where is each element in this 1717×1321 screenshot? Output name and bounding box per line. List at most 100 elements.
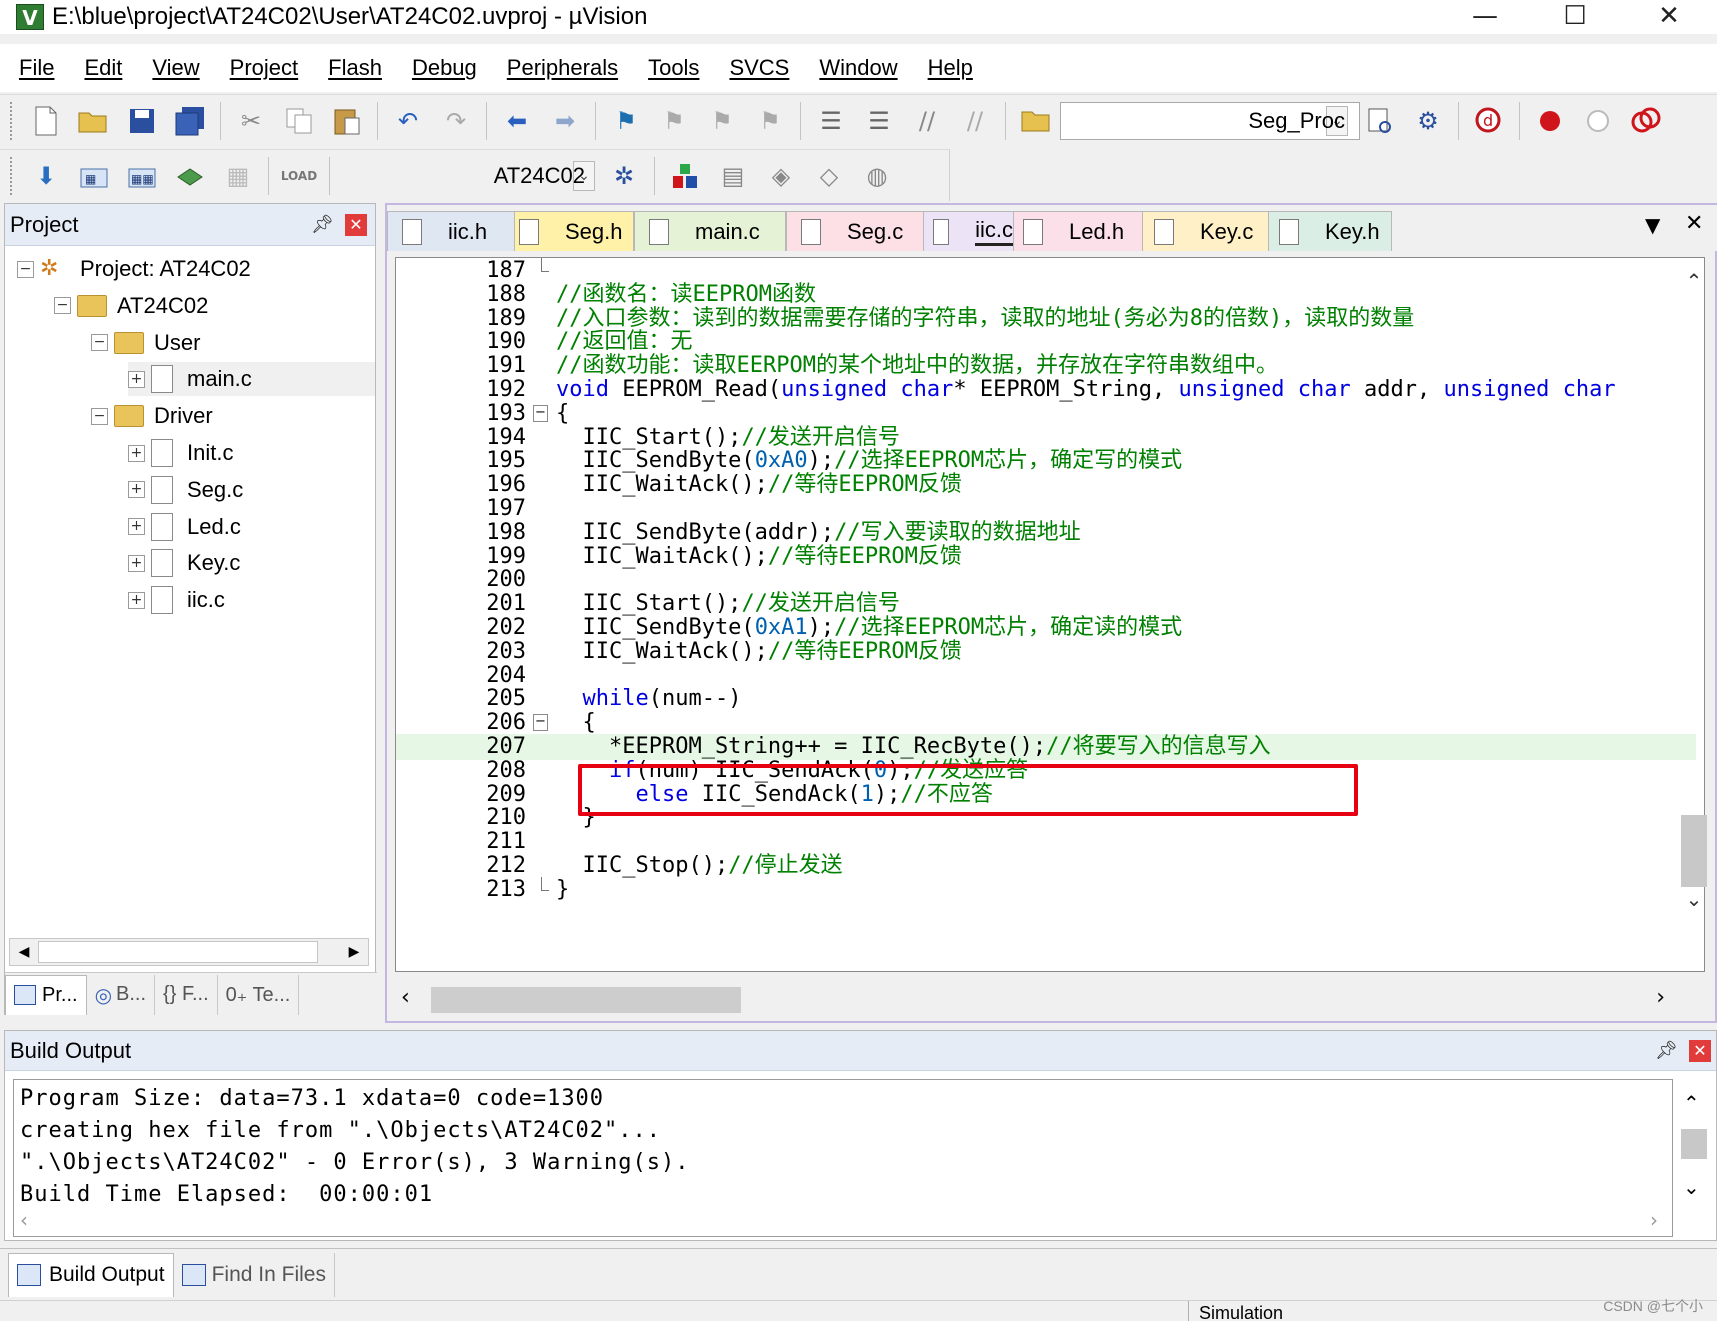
close-panel-icon[interactable]: ✕ [1689,1040,1711,1062]
menu-flash[interactable]: Flash [328,55,382,81]
menu-peripherals[interactable]: Peripherals [507,55,618,81]
fold-toggle-icon[interactable]: − [533,714,548,732]
collapse-icon[interactable]: − [91,407,108,425]
tab-find-in-files[interactable]: Find In Files [174,1252,335,1297]
tree-item[interactable]: − User [91,326,200,360]
minimize-button[interactable]: — [1452,0,1518,34]
target-combo[interactable]: AT24C02 ⌄ [336,156,600,195]
scroll-up-icon[interactable]: ⌃ [1683,1091,1700,1115]
tab-functions[interactable]: {} F... [155,974,218,1015]
tree-item[interactable]: + main.c [128,362,375,397]
uncomment-icon[interactable]: // [955,101,995,141]
expand-icon[interactable]: + [128,591,145,609]
tree-item[interactable]: + iic.c [128,583,225,617]
scroll-thumb[interactable] [1681,1129,1707,1159]
close-panel-icon[interactable]: ✕ [345,214,367,236]
expand-icon[interactable]: + [128,554,145,572]
editor-vscroll[interactable]: ⌃ ⌄ [1677,255,1711,915]
close-tab-icon[interactable]: ✕ [1685,211,1703,236]
nav-forward-icon[interactable]: ➡ [545,101,585,141]
scroll-right-icon[interactable]: ▶ [340,939,368,965]
tab-Seg-h[interactable]: Seg.h [504,211,634,251]
scroll-right-icon[interactable]: › [1650,1208,1658,1232]
incremental-find-icon[interactable]: ⚙ [1408,101,1448,141]
scroll-thumb[interactable] [431,987,741,1013]
tab-build-output[interactable]: Build Output [8,1252,174,1297]
breakpoint-disable-icon[interactable] [1578,101,1618,141]
breakpoint-icon[interactable] [1530,101,1570,141]
collapse-icon[interactable]: − [54,297,71,315]
menu-view[interactable]: View [152,55,199,81]
editor-hscroll[interactable]: ‹ › [395,983,1705,1017]
function-combo[interactable]: Seg_Proc [1060,101,1360,140]
build-icon[interactable]: ▦ [74,156,114,196]
code-area[interactable]: 187 188 //函数名：读EEPROM函数 189 //入口参数：读到的数据需要存储… [395,257,1705,972]
pack-installer-icon[interactable]: ▤ [713,156,753,196]
debug-session-icon[interactable]: d [1469,101,1509,141]
save-all-icon[interactable] [170,101,210,141]
open-file-icon[interactable] [74,101,114,141]
breakpoints-kill-icon[interactable] [1626,101,1666,141]
menu-debug[interactable]: Debug [412,55,477,81]
menu-svcs[interactable]: SVCS [729,55,789,81]
translate-icon[interactable]: ⬇ [26,156,66,196]
bookmark-clear-icon[interactable]: ⚑ [750,101,790,141]
manage-components-icon[interactable] [665,156,705,196]
find-icon[interactable] [1360,101,1400,141]
output-vscroll[interactable]: ⌃ ⌄ [1677,1091,1711,1221]
paste-icon[interactable] [327,101,367,141]
tree-item[interactable]: − ✲ Project: AT24C02 [17,252,251,286]
rebuild-icon[interactable]: ▦▦ [122,156,162,196]
tab-project[interactable]: Pr... [5,974,87,1015]
indent-icon[interactable]: ☰ [811,101,851,141]
collapse-icon[interactable]: − [91,334,108,352]
scroll-thumb[interactable] [1681,815,1707,887]
undo-icon[interactable]: ↶ [388,101,428,141]
expand-icon[interactable]: + [128,370,145,388]
comment-icon[interactable]: // [907,101,947,141]
select-device-icon[interactable]: ◈ [761,156,801,196]
tab-Led-h[interactable]: Led.h [1008,211,1143,251]
expand-icon[interactable]: + [128,518,145,536]
scroll-left-icon[interactable]: ‹ [20,1208,28,1232]
menu-edit[interactable]: Edit [84,55,122,81]
load-icon[interactable]: LOAD [279,156,319,196]
expand-icon[interactable]: + [128,481,145,499]
toolbar-grip[interactable] [10,101,14,140]
tab-main-c[interactable]: main.c [634,211,786,251]
tree-item[interactable]: − AT24C02 [54,289,208,323]
scroll-thumb[interactable] [38,941,318,963]
build-output-text[interactable]: Program Size: data=73.1 xdata=0 code=130… [13,1079,1673,1237]
project-hscroll[interactable]: ◀ ▶ [9,938,369,966]
scroll-right-icon[interactable]: › [1656,985,1665,1010]
tab-iic-c[interactable]: iic.c [918,211,1014,251]
tree-item[interactable]: − Driver [91,399,213,433]
redo-icon[interactable]: ↷ [436,101,476,141]
tab-Key-c[interactable]: Key.c [1139,211,1269,251]
bookmark-prev-icon[interactable]: ⚑ [654,101,694,141]
menu-project[interactable]: Project [230,55,298,81]
tree-item[interactable]: + Init.c [128,436,233,470]
cut-icon[interactable]: ✂ [231,101,271,141]
new-file-icon[interactable] [26,101,66,141]
collapse-icon[interactable]: − [17,260,34,278]
bookmark-icon[interactable]: ⚑ [606,101,646,141]
tree-item[interactable]: + Key.c [128,546,240,580]
batch-build-icon[interactable] [170,156,210,196]
tab-Key-h[interactable]: Key.h [1264,211,1392,251]
tab-templates[interactable]: 0₊ Te... [218,974,300,1015]
stop-build-icon[interactable]: ▦ [218,156,258,196]
pin-icon[interactable]: 📌︎ [311,214,334,235]
bookmark-next-icon[interactable]: ⚑ [702,101,742,141]
scroll-down-icon[interactable]: ⌄ [1677,885,1711,913]
scroll-left-icon[interactable]: ‹ [401,985,410,1010]
tab-books[interactable]: ◎ B... [87,974,156,1015]
tree-item[interactable]: + Led.c [128,510,241,544]
find-in-files-icon[interactable] [1016,101,1056,141]
save-icon[interactable] [122,101,162,141]
menu-file[interactable]: File [19,55,54,81]
unindent-icon[interactable]: ☰ [859,101,899,141]
nav-back-icon[interactable]: ⬅ [497,101,537,141]
tab-list-icon[interactable]: ▼ [1645,213,1660,237]
fold-toggle-icon[interactable]: − [533,404,548,422]
